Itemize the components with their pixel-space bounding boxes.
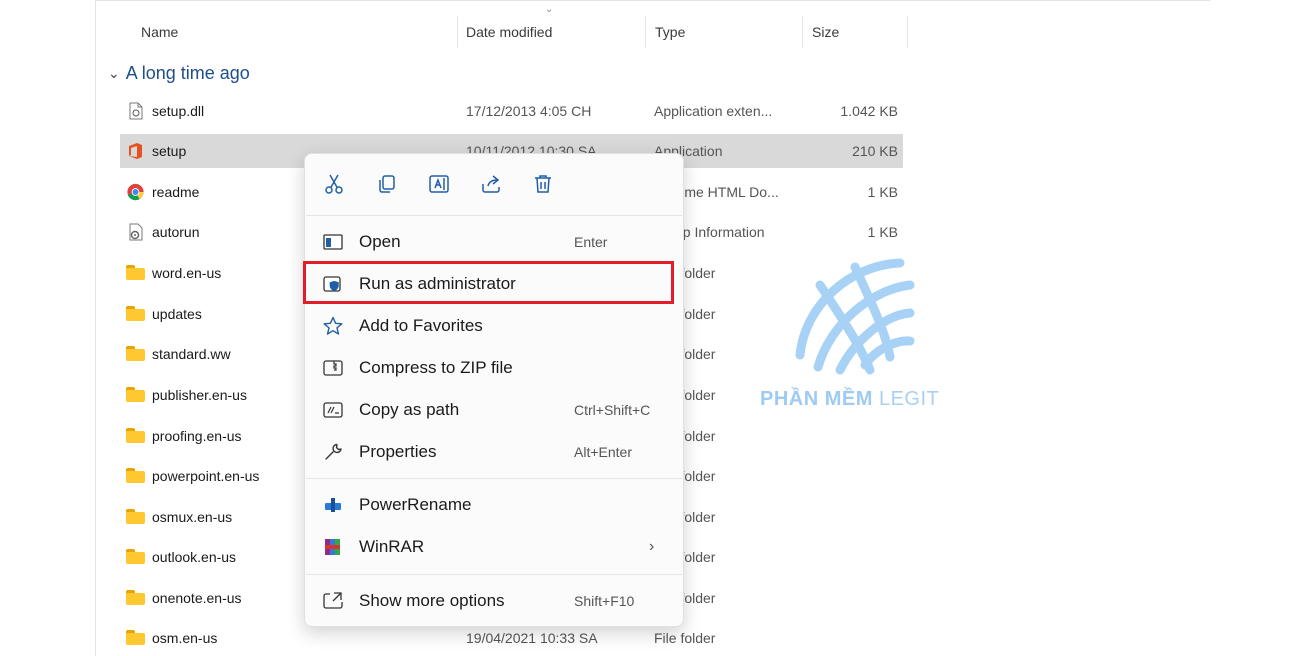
column-header-size[interactable]: Size (812, 16, 839, 48)
file-name: readme (152, 184, 200, 200)
menu-item-shortcut: Enter (574, 234, 608, 250)
menu-item-shortcut: Alt+Enter (574, 444, 632, 460)
office-setup-icon (129, 143, 142, 159)
share-icon[interactable] (479, 172, 503, 196)
column-header-date[interactable]: Date modified (466, 16, 552, 48)
folder-icon (126, 549, 145, 564)
path-icon (323, 402, 343, 418)
watermark-text: PHẦN MỀM LEGIT (760, 388, 939, 411)
column-separator[interactable] (802, 16, 803, 48)
menu-item-label: Properties (359, 442, 437, 461)
open-window-icon (323, 234, 343, 250)
menu-item-label: Compress to ZIP file (359, 358, 513, 377)
file-size: 1 KB (867, 184, 898, 200)
highlight-box (303, 261, 674, 304)
copy-icon[interactable] (375, 172, 399, 196)
menu-item-winrar[interactable]: WinRAR › (305, 526, 683, 568)
group-label: A long time ago (125, 63, 250, 83)
folder-icon (126, 590, 145, 605)
folder-name: publisher.en-us (152, 387, 247, 403)
file-type: Application exten... (654, 103, 773, 119)
folder-icon (126, 387, 145, 402)
folder-name: outlook.en-us (152, 549, 237, 565)
menu-item-shortcut: Ctrl+Shift+C (574, 402, 651, 418)
menu-item-open[interactable]: Open Enter (305, 221, 683, 263)
menu-item-label: WinRAR (359, 537, 425, 556)
menu-divider (306, 478, 682, 479)
menu-item-copy-as-path[interactable]: Copy as path Ctrl+Shift+C (305, 389, 683, 431)
pane-divider (95, 0, 1210, 1)
folder-name: powerpoint.en-us (152, 468, 260, 484)
quick-actions-bar (305, 154, 683, 216)
star-icon (323, 316, 343, 335)
column-separator[interactable] (645, 16, 646, 48)
folder-name: osm.en-us (152, 630, 218, 646)
wrench-icon (325, 443, 342, 460)
watermark-suffix: LEGIT (878, 388, 940, 410)
menu-item-label: Add to Favorites (359, 316, 483, 335)
menu-item-add-to-favorites[interactable]: Add to Favorites (305, 305, 683, 347)
file-size: 1.042 KB (840, 103, 898, 119)
menu-item-label: Show more options (359, 591, 505, 610)
cut-icon[interactable] (322, 172, 346, 196)
chevron-down-icon[interactable]: ⌄ (108, 60, 120, 86)
menu-item-label: Copy as path (359, 400, 460, 419)
folder-name: word.en-us (152, 265, 222, 281)
column-separator[interactable] (907, 16, 908, 48)
menu-divider (306, 215, 682, 216)
submenu-chevron-icon: › (649, 538, 655, 555)
watermark-brand: PHẦN MỀM (760, 388, 873, 410)
folder-name: onenote.en-us (152, 590, 242, 606)
column-separator[interactable] (457, 16, 458, 48)
file-size: 1 KB (867, 224, 898, 240)
folder-icon (126, 265, 145, 280)
file-name: setup (152, 143, 187, 159)
menu-item-properties[interactable]: Properties Alt+Enter (305, 431, 683, 473)
group-header[interactable]: ⌄ A long time ago (108, 60, 250, 86)
chrome-icon (127, 183, 144, 201)
menu-item-shortcut: Shift+F10 (574, 593, 635, 609)
rename-icon[interactable] (427, 172, 451, 196)
folder-icon (126, 346, 145, 361)
folder-icon (126, 630, 145, 645)
folder-icon (126, 509, 145, 524)
folder-name: osmux.en-us (152, 509, 233, 525)
folder-name: updates (152, 306, 202, 322)
settings-file-icon (129, 223, 143, 241)
menu-item-label: Open (359, 232, 401, 251)
file-row[interactable]: setup.dll 17/12/2013 4:05 CH Application… (120, 94, 903, 128)
menu-item-powerrename[interactable]: PowerRename (305, 484, 683, 526)
file-date: 17/12/2013 4:05 CH (466, 103, 592, 119)
folder-name: standard.ww (152, 346, 231, 362)
sort-chevron-icon: ⌄ (545, 4, 554, 15)
folder-icon (126, 468, 145, 483)
folder-name: proofing.en-us (152, 428, 242, 444)
menu-item-label: PowerRename (359, 495, 472, 514)
column-header-type[interactable]: Type (655, 16, 685, 48)
folder-icon (126, 306, 145, 321)
context-menu: Open Enter Run as administrator Add to F… (304, 153, 684, 627)
folder-icon (126, 428, 145, 443)
file-size: 210 KB (852, 143, 898, 159)
powerrename-icon (325, 498, 341, 512)
menu-divider (306, 574, 682, 575)
menu-item-show-more-options[interactable]: Show more options Shift+F10 (305, 580, 683, 622)
dll-file-icon (129, 102, 143, 120)
delete-icon[interactable] (531, 172, 555, 196)
menu-item-compress-zip[interactable]: Compress to ZIP file (305, 347, 683, 389)
zip-icon (323, 360, 343, 376)
file-name: setup.dll (152, 103, 205, 119)
winrar-icon (325, 539, 340, 555)
column-header-name[interactable]: Name (141, 16, 178, 48)
more-options-icon (323, 592, 343, 609)
file-name: autorun (152, 224, 200, 240)
